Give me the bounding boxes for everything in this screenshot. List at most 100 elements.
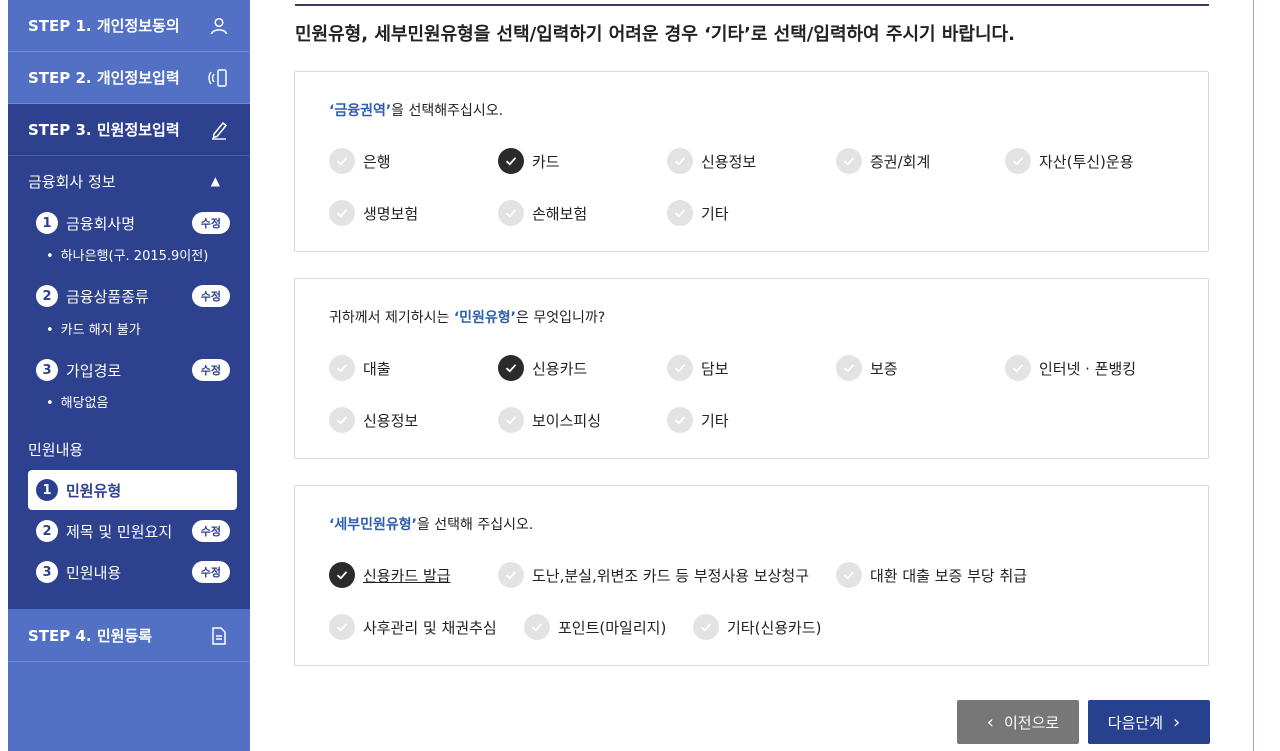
option-loan[interactable]: 대출 [329, 355, 391, 381]
check-icon[interactable] [836, 148, 862, 174]
option-other[interactable]: 기타 [667, 200, 729, 226]
check-icon[interactable] [498, 562, 524, 588]
edit-button[interactable]: 수정 [191, 359, 230, 381]
option-label: 자산(투신)운용 [1039, 152, 1134, 171]
check-icon[interactable] [329, 148, 355, 174]
sidebar-item-company-name[interactable]: 1 금융회사명 수정 [36, 209, 230, 237]
edit-button[interactable]: 수정 [191, 285, 230, 307]
check-icon[interactable] [498, 148, 524, 174]
sidebar-item-product-type[interactable]: 2 금융상품종류 수정 [36, 282, 230, 310]
caret-up-icon[interactable]: ▲ [211, 174, 220, 188]
check-icon[interactable] [524, 614, 550, 640]
option-label: 증권/회계 [870, 152, 931, 171]
document-icon [208, 625, 230, 647]
step-4-link[interactable]: STEP 4. 민원등록 [8, 610, 250, 662]
option-asset-management[interactable]: 자산(투신)운용 [1005, 148, 1134, 174]
check-icon[interactable] [667, 148, 693, 174]
option-fraud-compensation[interactable]: 도난,분실,위변조 카드 등 부정사용 보상청구 [498, 562, 809, 588]
page: STEP 1. 개인정보동의 STEP 2. 개인정보입력 STEP 3. 민원… [0, 0, 1280, 751]
complaint-type-question: 귀하께서 제기하시는 ‘민원유형’은 무엇입니까? [329, 307, 605, 327]
option-label: 신용정보 [701, 152, 757, 171]
sidebar-item-label: 가입경로 [66, 361, 122, 380]
option-label: 사후관리 및 채권추심 [363, 618, 497, 637]
check-icon[interactable] [836, 355, 862, 381]
pencil-icon [208, 119, 230, 141]
question-suffix: 을 선택해 주십시오. [416, 517, 534, 533]
next-button[interactable]: 다음단계 › [1088, 700, 1210, 744]
check-icon[interactable] [329, 407, 355, 433]
option-credit-info[interactable]: 신용정보 [329, 407, 418, 433]
step-3-link[interactable]: STEP 3. 민원정보입력 [8, 104, 250, 156]
page-title: 민원유형, 세부민원유형을 선택/입력하기 어려운 경우 ‘기타’로 선택/입력… [295, 24, 1015, 45]
sidebar-item-join-path[interactable]: 3 가입경로 수정 [36, 356, 230, 384]
option-bank[interactable]: 은행 [329, 148, 391, 174]
step-2-label: STEP 2. 개인정보입력 [28, 69, 180, 87]
option-debt-collection[interactable]: 사후관리 및 채권추심 [329, 614, 497, 640]
option-card-issuance[interactable]: 신용카드 발급 [329, 562, 451, 588]
check-icon[interactable] [667, 200, 693, 226]
option-label: 생명보험 [363, 204, 419, 223]
option-refinance-guarantee[interactable]: 대환 대출 보증 부당 취급 [836, 562, 1027, 588]
check-icon[interactable] [667, 355, 693, 381]
question-highlight: ‘민원유형’ [453, 310, 516, 326]
check-icon[interactable] [329, 200, 355, 226]
complaint-type-panel: 귀하께서 제기하시는 ‘민원유형’은 무엇입니까? 대출 신용카드 담보 보증 … [294, 278, 1209, 459]
financial-info-heading: 금융회사 정보 [28, 173, 116, 191]
option-label: 신용카드 [532, 359, 588, 378]
step-number: 3 [36, 561, 58, 583]
sidebar: STEP 1. 개인정보동의 STEP 2. 개인정보입력 STEP 3. 민원… [8, 0, 250, 751]
option-label: 보이스피싱 [532, 411, 602, 430]
check-icon[interactable] [1005, 148, 1031, 174]
option-other-credit-card[interactable]: 기타(신용카드) [693, 614, 822, 640]
sidebar-item-title-summary[interactable]: 2 제목 및 민원요지 수정 [36, 517, 230, 545]
detail-type-question: ‘세부민원유형’을 선택해 주십시오. [329, 514, 533, 534]
check-icon[interactable] [329, 614, 355, 640]
edit-button[interactable]: 수정 [191, 212, 230, 234]
prev-button-label: 이전으로 [1004, 713, 1060, 732]
option-non-life-insurance[interactable]: 손해보험 [498, 200, 587, 226]
prev-button[interactable]: ‹ 이전으로 [957, 700, 1079, 744]
option-label: 손해보험 [532, 204, 588, 223]
check-icon[interactable] [667, 407, 693, 433]
join-path-value: 해당없음 [46, 392, 109, 411]
check-icon[interactable] [498, 407, 524, 433]
sidebar-item-complaint-content[interactable]: 3 민원내용 수정 [36, 558, 230, 586]
edit-button[interactable]: 수정 [191, 561, 230, 583]
check-icon[interactable] [498, 200, 524, 226]
option-label: 은행 [363, 152, 391, 171]
check-icon[interactable] [836, 562, 862, 588]
option-credit-info[interactable]: 신용정보 [667, 148, 756, 174]
option-voice-phishing[interactable]: 보이스피싱 [498, 407, 601, 433]
question-highlight: ‘금융권역’ [329, 103, 392, 119]
sidebar-item-label: 금융회사명 [66, 214, 136, 233]
sidebar-item-complaint-type-active[interactable]: 1 민원유형 [28, 470, 237, 510]
check-icon[interactable] [329, 355, 355, 381]
option-label: 인터넷 · 폰뱅킹 [1039, 359, 1137, 378]
check-icon[interactable] [498, 355, 524, 381]
option-card[interactable]: 카드 [498, 148, 560, 174]
next-button-label: 다음단계 [1107, 713, 1163, 732]
check-icon[interactable] [329, 562, 355, 588]
check-icon[interactable] [1005, 355, 1031, 381]
sidebar-item-label: 민원내용 [66, 563, 122, 582]
option-label: 담보 [701, 359, 729, 378]
step-1-link[interactable]: STEP 1. 개인정보동의 [8, 0, 250, 52]
option-points-mileage[interactable]: 포인트(마일리지) [524, 614, 666, 640]
check-icon[interactable] [693, 614, 719, 640]
step-2-link[interactable]: STEP 2. 개인정보입력 [8, 52, 250, 104]
option-label: 대환 대출 보증 부당 취급 [870, 566, 1028, 585]
right-border [1253, 0, 1254, 751]
option-label: 신용정보 [363, 411, 419, 430]
option-life-insurance[interactable]: 생명보험 [329, 200, 418, 226]
option-collateral[interactable]: 담보 [667, 355, 729, 381]
option-other[interactable]: 기타 [667, 407, 729, 433]
question-suffix: 을 선택해주십시오. [391, 103, 504, 119]
edit-button[interactable]: 수정 [191, 520, 230, 542]
phone-icon [208, 67, 230, 89]
option-credit-card[interactable]: 신용카드 [498, 355, 587, 381]
option-guarantee[interactable]: 보증 [836, 355, 898, 381]
option-internet-banking[interactable]: 인터넷 · 폰뱅킹 [1005, 355, 1136, 381]
option-securities[interactable]: 증권/회계 [836, 148, 930, 174]
option-label: 기타 [701, 411, 729, 430]
complaint-content-heading: 민원내용 [28, 441, 84, 459]
